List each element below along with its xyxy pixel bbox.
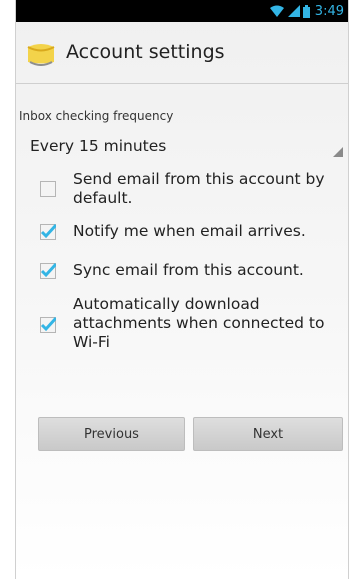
battery-icon bbox=[302, 4, 310, 18]
option-send-default[interactable]: Send email from this account by default. bbox=[40, 170, 340, 210]
dropdown-corner-icon bbox=[333, 147, 343, 157]
inbox-frequency-value: Every 15 minutes bbox=[30, 137, 167, 155]
app-window: 3:49 Account settings Inbox checking fre… bbox=[15, 0, 349, 579]
page-title: Account settings bbox=[66, 41, 225, 63]
email-app-icon bbox=[27, 44, 55, 66]
signal-icon bbox=[287, 5, 300, 17]
next-button[interactable]: Next bbox=[193, 417, 343, 451]
checkbox-checked-icon[interactable] bbox=[40, 263, 56, 279]
status-icons: 3:49 bbox=[269, 3, 344, 19]
phone-screen: 3:49 Account settings Inbox checking fre… bbox=[0, 0, 360, 579]
action-bar: Account settings bbox=[16, 22, 348, 84]
status-time: 3:49 bbox=[314, 3, 344, 19]
option-notify-label: Notify me when email arrives. bbox=[73, 222, 306, 240]
option-sync[interactable]: Sync email from this account. bbox=[40, 261, 340, 283]
option-send-default-label: Send email from this account by default. bbox=[73, 170, 325, 207]
checkbox-unchecked-icon[interactable] bbox=[40, 181, 56, 197]
status-bar: 3:49 bbox=[16, 0, 348, 22]
inbox-frequency-spinner[interactable]: Every 15 minutes bbox=[30, 133, 346, 163]
wifi-icon bbox=[269, 5, 284, 17]
option-notify[interactable]: Notify me when email arrives. bbox=[40, 222, 340, 244]
option-auto-download[interactable]: Automatically download attachments when … bbox=[40, 295, 340, 355]
previous-button[interactable]: Previous bbox=[38, 417, 185, 451]
option-sync-label: Sync email from this account. bbox=[73, 261, 304, 279]
checkbox-checked-icon[interactable] bbox=[40, 317, 56, 333]
inbox-frequency-label: Inbox checking frequency bbox=[19, 109, 174, 123]
option-auto-download-label: Automatically download attachments when … bbox=[73, 295, 325, 351]
checkbox-checked-icon[interactable] bbox=[40, 224, 56, 240]
